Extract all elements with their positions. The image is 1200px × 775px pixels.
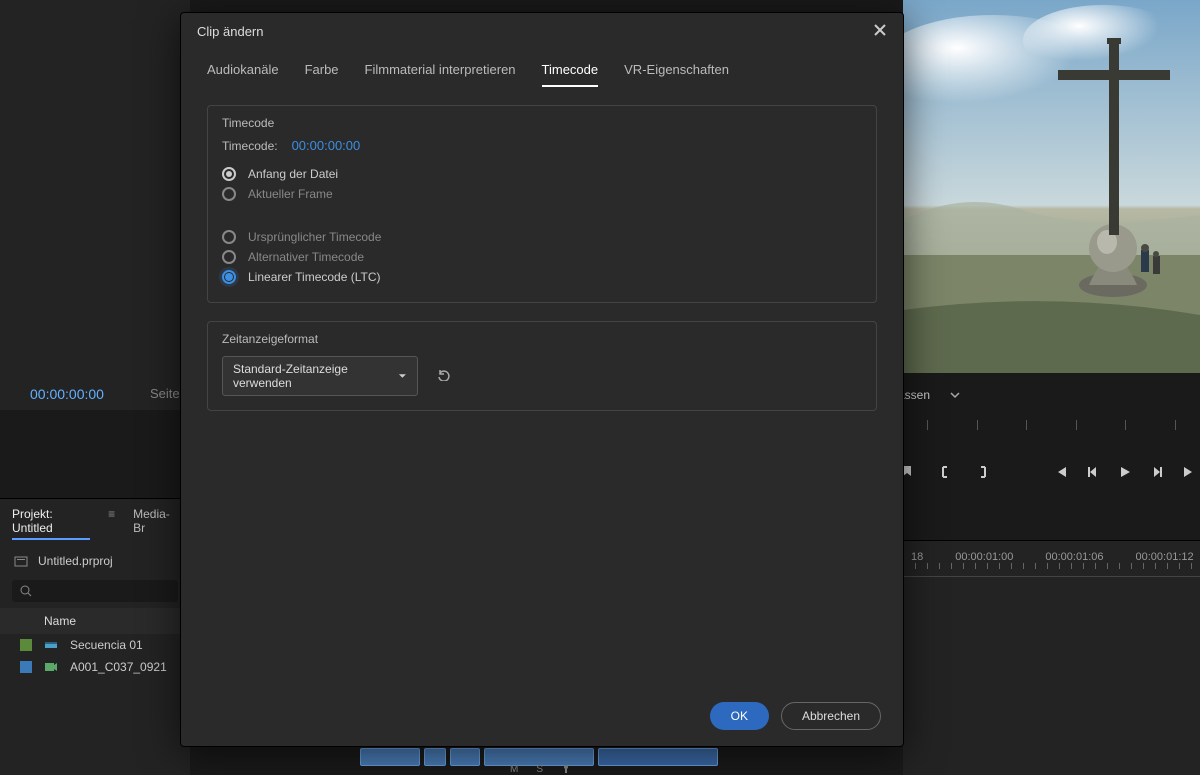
timecode-source-radio-group: Anfang der Datei Aktueller Frame Ursprün…: [208, 167, 876, 284]
radio-linear-timecode[interactable]: Linearer Timecode (LTC): [222, 270, 862, 284]
radio-current-frame[interactable]: Aktueller Frame: [222, 187, 862, 201]
project-filename: Untitled.prproj: [38, 554, 113, 568]
radio-label: Aktueller Frame: [248, 187, 333, 201]
close-button[interactable]: [873, 23, 887, 40]
radio-icon: [222, 230, 236, 244]
project-search-input[interactable]: [12, 580, 178, 602]
tab-media-browser[interactable]: Media-Br: [133, 507, 178, 540]
radio-alternate-timecode[interactable]: Alternativer Timecode: [222, 250, 862, 264]
chevron-down-icon: [398, 371, 407, 381]
timecode-panel: Timecode Timecode: 00:00:00:00 Anfang de…: [207, 105, 877, 303]
radio-icon: [222, 187, 236, 201]
project-column-name[interactable]: Name: [0, 608, 190, 634]
ruler-tick: 18: [911, 551, 923, 563]
project-item-clip[interactable]: A001_C037_0921: [0, 656, 190, 678]
voiceover-icon[interactable]: [561, 764, 571, 774]
go-to-in-icon[interactable]: [1054, 465, 1068, 479]
timecode-label: Timecode:: [222, 139, 278, 153]
timeline-ruler-ticks: [903, 563, 1200, 577]
timeline-panel: 18 00:00:01:00 00:00:01:06 00:00:01:12: [903, 540, 1200, 775]
step-back-icon[interactable]: [1086, 465, 1100, 479]
chevron-down-icon: [950, 390, 960, 400]
project-panel: Projekt: Untitled ≡ Media-Br Untitled.pr…: [0, 498, 190, 775]
radio-label: Linearer Timecode (LTC): [248, 270, 381, 284]
go-to-out-icon[interactable]: [1182, 465, 1196, 479]
tab-color[interactable]: Farbe: [305, 62, 339, 87]
tab-vr-properties[interactable]: VR-Eigenschaften: [624, 62, 729, 87]
close-icon: [873, 23, 887, 37]
label-color-swatch: [20, 639, 32, 651]
in-bracket-icon[interactable]: [938, 465, 952, 479]
timecode-panel-title: Timecode: [208, 106, 876, 134]
track-header-buttons: M S: [510, 764, 571, 775]
timeline-clip[interactable]: [598, 748, 718, 766]
project-item-label: A001_C037_0921: [70, 660, 167, 674]
timecode-input[interactable]: 00:00:00:00: [292, 138, 361, 153]
program-transport-controls: [903, 460, 1200, 484]
project-file-row: Untitled.prproj: [0, 548, 190, 574]
program-timebar[interactable]: [903, 415, 1200, 445]
radio-icon: [222, 167, 236, 181]
radio-label: Anfang der Datei: [248, 167, 338, 181]
cancel-button[interactable]: Abbrechen: [781, 702, 881, 730]
sequence-icon: [44, 638, 58, 652]
timecode-value-row: Timecode: 00:00:00:00: [208, 134, 876, 167]
ruler-tick: 00:00:01:12: [1136, 551, 1194, 563]
solo-button[interactable]: S: [536, 764, 543, 775]
timeline-clip[interactable]: [360, 748, 420, 766]
play-icon[interactable]: [1118, 465, 1132, 479]
time-display-format-select[interactable]: Standard-Zeitanzeige verwenden: [222, 356, 418, 396]
tab-timecode[interactable]: Timecode: [542, 62, 599, 87]
tab-project[interactable]: Projekt: Untitled: [12, 507, 90, 540]
dialog-tabs: Audiokanäle Farbe Filmmaterial interpret…: [181, 50, 903, 87]
timeline-clip[interactable]: [424, 748, 446, 766]
source-timecode[interactable]: 00:00:00:00: [30, 386, 104, 402]
project-item-sequence[interactable]: Secuencia 01: [0, 634, 190, 656]
tab-audio-channels[interactable]: Audiokanäle: [207, 62, 279, 87]
reset-button[interactable]: [436, 369, 452, 384]
mute-button[interactable]: M: [510, 764, 518, 775]
program-monitor-panel: [903, 0, 1200, 373]
radio-icon: [222, 270, 236, 284]
project-item-label: Secuencia 01: [70, 638, 143, 652]
modify-clip-dialog: Clip ändern Audiokanäle Farbe Filmmateri…: [180, 12, 904, 747]
ruler-tick: 00:00:01:06: [1045, 551, 1103, 563]
bin-icon: [14, 555, 28, 567]
timeline-clips[interactable]: [360, 748, 960, 775]
label-color-swatch: [20, 661, 32, 673]
search-icon: [20, 585, 32, 597]
video-clip-icon: [44, 660, 58, 674]
step-forward-icon[interactable]: [1150, 465, 1164, 479]
panel-menu-icon[interactable]: ≡: [108, 507, 115, 540]
radio-icon: [222, 250, 236, 264]
timeline-ruler[interactable]: 18 00:00:01:00 00:00:01:06 00:00:01:12: [903, 541, 1200, 563]
reset-icon: [436, 369, 452, 381]
ruler-tick: 00:00:01:00: [955, 551, 1013, 563]
ok-button[interactable]: OK: [710, 702, 769, 730]
tdf-label: Zeitanzeigeformat: [208, 322, 876, 350]
program-preview-image: [903, 0, 1200, 373]
radio-label: Alternativer Timecode: [248, 250, 364, 264]
project-panel-tabs: Projekt: Untitled ≡ Media-Br: [0, 499, 190, 548]
time-display-format-panel: Zeitanzeigeformat Standard-Zeitanzeige v…: [207, 321, 877, 411]
radio-file-start[interactable]: Anfang der Datei: [222, 167, 862, 181]
radio-label: Ursprünglicher Timecode: [248, 230, 381, 244]
select-value: Standard-Zeitanzeige verwenden: [233, 362, 388, 390]
out-bracket-icon[interactable]: [976, 465, 990, 479]
timeline-clip[interactable]: [450, 748, 480, 766]
dialog-header: Clip ändern: [181, 13, 903, 50]
radio-original-timecode[interactable]: Ursprünglicher Timecode: [222, 230, 862, 244]
tab-interpret-footage[interactable]: Filmmaterial interpretieren: [365, 62, 516, 87]
dialog-footer: OK Abbrechen: [181, 686, 903, 746]
program-zoom-dropdown[interactable]: assen: [898, 388, 960, 402]
dialog-title: Clip ändern: [197, 24, 264, 39]
source-monitor-panel: [0, 0, 190, 410]
